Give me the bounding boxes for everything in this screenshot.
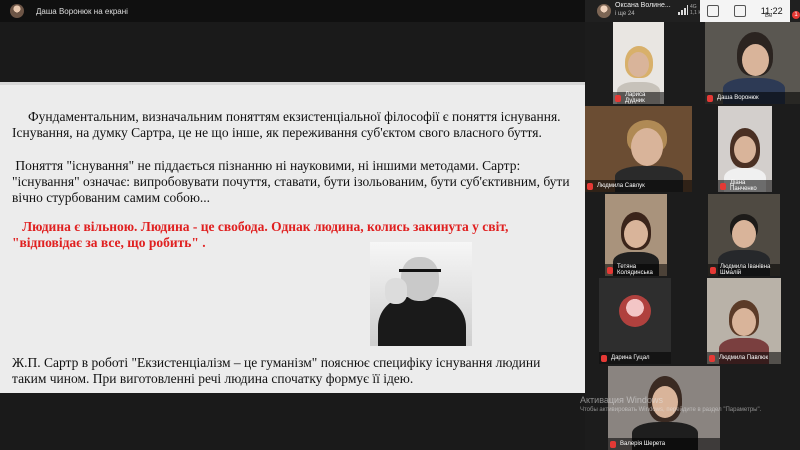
- photo-hand: [385, 278, 407, 304]
- signal-icon: [678, 5, 688, 15]
- participant-face: [742, 44, 769, 76]
- presenter-label: Даша Воронюк на екрані: [36, 6, 128, 16]
- slide-paragraph-1: Фундаментальним, визначальним поняттям е…: [12, 109, 561, 140]
- participant-tile[interactable]: Людмила Іванівна Шмалій: [708, 194, 780, 276]
- participant-tile[interactable]: Дарина Гуцал: [599, 278, 671, 364]
- participants-count: і ще 24: [615, 11, 635, 17]
- slide-paragraph-2: Поняття "існування" не піддається пізнан…: [12, 158, 573, 205]
- participant-name-bar: Людмила Іванівна Шмалій: [708, 264, 780, 276]
- presenter-avatar: [10, 4, 24, 18]
- participant-tile[interactable]: Лариса Дудник: [613, 22, 664, 104]
- participant-face: [732, 220, 756, 248]
- mute-icon: [707, 5, 720, 17]
- participants-panel: Лариса Дудник Даша Воронюк Людмила Савлу…: [585, 22, 800, 450]
- mic-muted-icon: [615, 94, 621, 102]
- mic-muted-icon: [710, 266, 716, 274]
- participant-name-bar: Людмила Савлук: [585, 180, 692, 192]
- status-bar: Оксана Волине... і ще 24 4G 1,1 КБ/с 11:…: [585, 0, 800, 22]
- mic-muted-icon: [587, 182, 593, 190]
- participant-face: [631, 128, 663, 166]
- participant-name-bar: Лариса Дудник: [613, 92, 664, 104]
- participant-tile[interactable]: Тетяна Колядинська: [605, 194, 667, 276]
- corner-label: Ве: [765, 13, 773, 19]
- mic-muted-icon: [607, 266, 613, 274]
- watermark-subtitle: Чтобы активировать Windows, перейдите в …: [580, 407, 762, 413]
- participant-name-bar: Тетяна Колядинська: [605, 264, 667, 276]
- photo-body: [378, 297, 466, 346]
- notification-badge: 1: [792, 11, 800, 19]
- participant-face: [628, 52, 649, 77]
- participant-tile[interactable]: Діана Панченко: [718, 106, 772, 192]
- system-tray: 11:22: [700, 0, 790, 22]
- bell-icon: [734, 5, 747, 17]
- mic-muted-icon: [709, 354, 715, 362]
- sartre-photo: [370, 242, 472, 346]
- slide-paragraph-3: Ж.П. Сартр в роботі "Екзистенціалізм – ц…: [12, 355, 541, 386]
- user-avatar[interactable]: [597, 4, 611, 18]
- participant-name-bar: Людмила Павлюк: [707, 352, 781, 364]
- slide-divider: [0, 82, 585, 85]
- user-name[interactable]: Оксана Волине...: [615, 2, 671, 9]
- top-bar: Даша Воронюк на екрані: [0, 0, 585, 22]
- shared-slide: Фундаментальним, визначальним поняттям е…: [0, 82, 585, 393]
- windows-activation-watermark: Активация Windows Чтобы активировать Win…: [580, 395, 761, 413]
- photo-glasses: [399, 269, 441, 281]
- slide-quote: Людина є вільною. Людина - це свобода. О…: [12, 219, 512, 250]
- participant-tile[interactable]: Людмила Савлук: [585, 106, 692, 192]
- participant-face: [624, 220, 648, 248]
- participant-avatar: [619, 294, 651, 327]
- participant-tile[interactable]: Людмила Павлюк: [707, 278, 781, 364]
- mic-muted-icon: [610, 440, 616, 448]
- participant-tile[interactable]: Даша Воронюк: [705, 22, 800, 104]
- watermark-title: Активация Windows: [580, 395, 663, 405]
- participant-face: [732, 308, 756, 336]
- mic-muted-icon: [720, 182, 726, 190]
- participant-name-bar: Валерія Шерета: [608, 438, 720, 450]
- mic-muted-icon: [601, 354, 607, 362]
- participant-name-bar: Дарина Гуцал: [599, 352, 671, 364]
- mic-muted-icon: [707, 94, 713, 102]
- participant-face: [734, 136, 756, 163]
- participant-name-bar: Діана Панченко: [718, 180, 772, 192]
- participant-name-bar: Даша Воронюк: [705, 92, 800, 104]
